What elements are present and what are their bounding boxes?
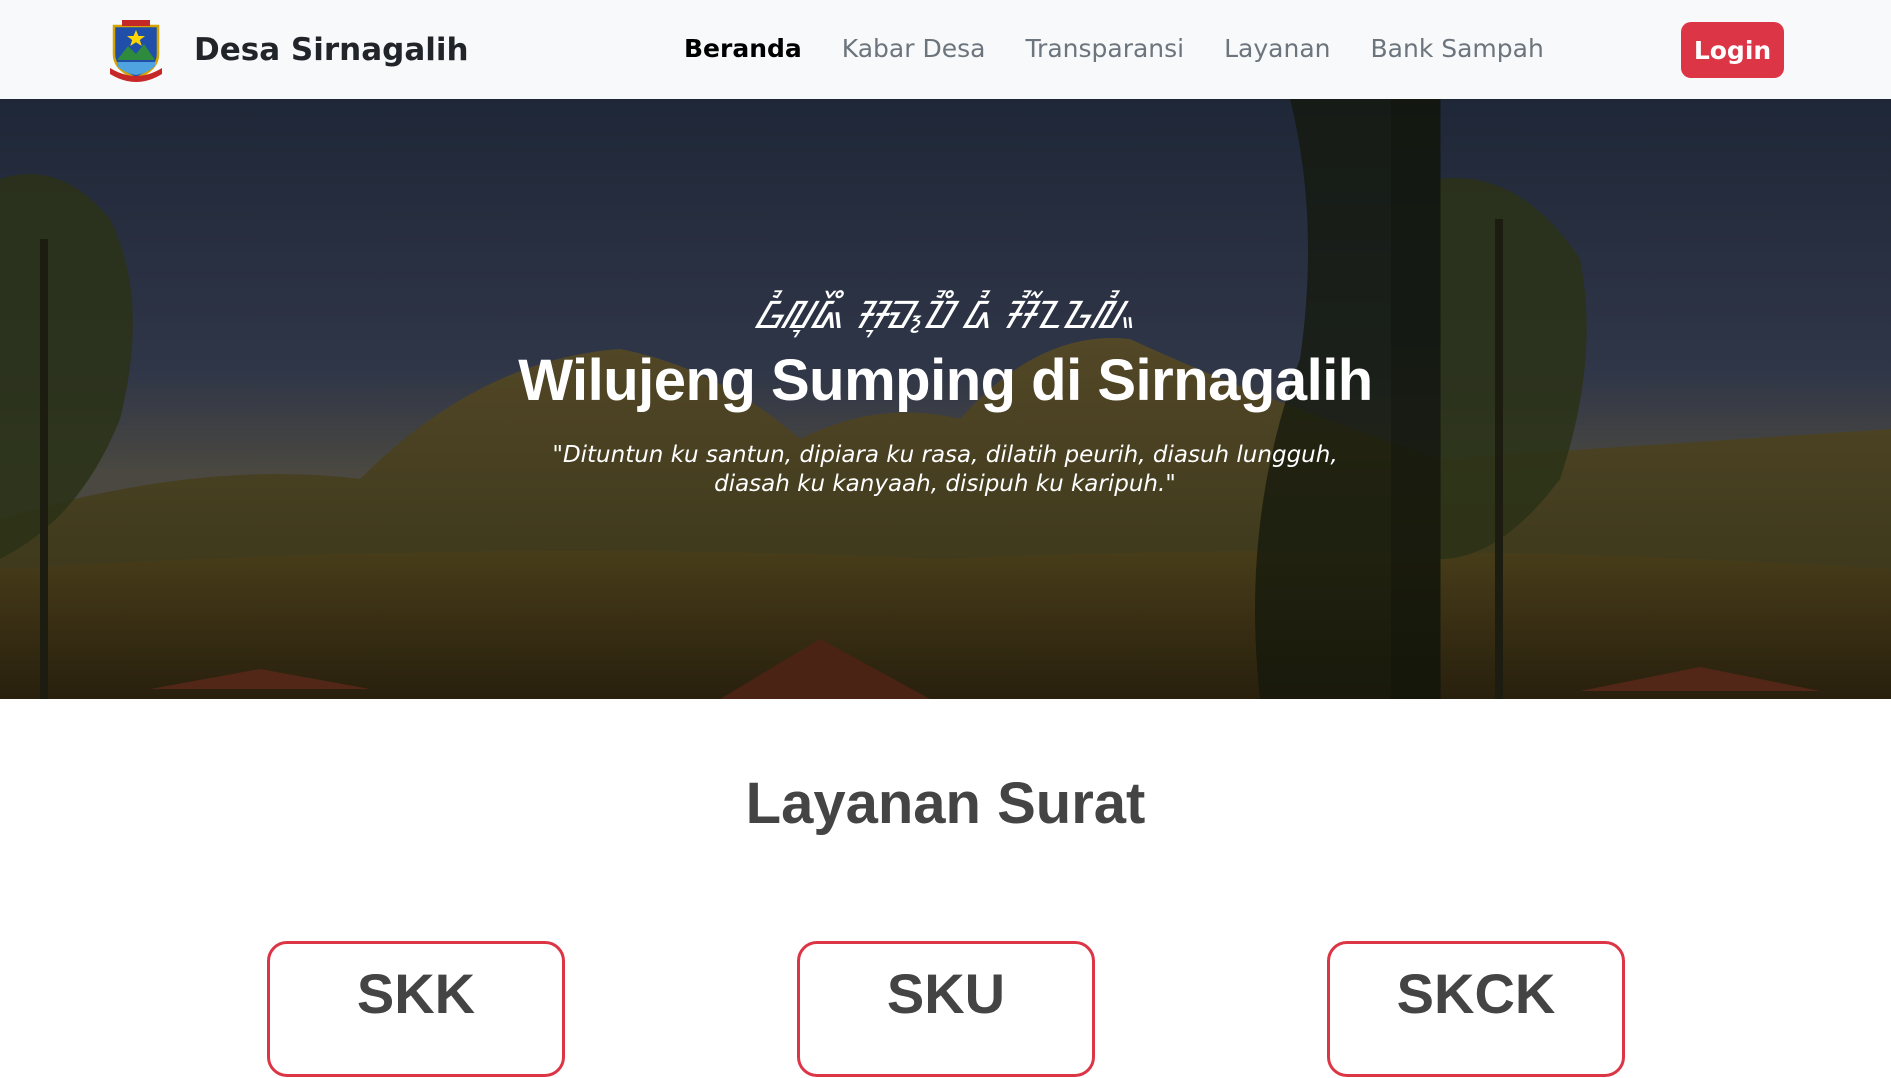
hero-sundanese-script: ᮝᮤᮜᮥᮏᮨᮀ ᮞᮥᮙ᮪ᮕᮤᮀ ᮓᮤ ᮞᮤᮁᮔᮌᮜᮤᮂ [755,293,1136,337]
hero-quote-line-2: diasah ku kanyaah, disipuh ku karipuh." [714,471,1176,497]
navbar: Desa Sirnagalih Beranda Kabar Desa Trans… [0,0,1891,99]
nav-item-kabar-desa[interactable]: Kabar Desa [842,34,986,63]
hero-banner: ᮝᮤᮜᮥᮏᮨᮀ ᮞᮥᮙ᮪ᮕᮤᮀ ᮓᮤ ᮞᮤᮁᮔᮌᮜᮤᮂ Wilujeng Sum… [0,99,1891,699]
service-card-sku[interactable]: SKU [797,941,1095,1077]
services-section-title: Layanan Surat [745,771,1146,836]
main-nav: Beranda Kabar Desa Transparansi Layanan … [684,34,1584,63]
hero-quote-line-1: "Dituntun ku santun, dipiara ku rasa, di… [552,442,1338,468]
nav-item-layanan[interactable]: Layanan [1224,34,1330,63]
hero-quote: "Dituntun ku santun, dipiara ku rasa, di… [545,441,1345,499]
service-card-skk[interactable]: SKK [267,941,565,1077]
login-button[interactable]: Login [1681,22,1784,78]
service-card-label: SKCK [1396,961,1556,1025]
hero-title: Wilujeng Sumping di Sirnagalih [518,348,1373,413]
nav-item-transparansi[interactable]: Transparansi [1025,34,1184,63]
hero-content: ᮝᮤᮜᮥᮏᮨᮀ ᮞᮥᮙ᮪ᮕᮤᮀ ᮓᮤ ᮞᮤᮁᮔᮌᮜᮤᮂ Wilujeng Sum… [0,99,1891,699]
village-emblem-icon [110,20,162,82]
service-card-label: SKU [886,961,1006,1025]
service-card-skck[interactable]: SKCK [1327,941,1625,1077]
nav-item-beranda[interactable]: Beranda [684,34,802,63]
brand-name: Desa Sirnagalih [194,32,469,68]
brand[interactable]: Desa Sirnagalih [108,18,469,82]
nav-item-bank-sampah[interactable]: Bank Sampah [1371,34,1544,63]
service-card-label: SKK [356,961,476,1025]
